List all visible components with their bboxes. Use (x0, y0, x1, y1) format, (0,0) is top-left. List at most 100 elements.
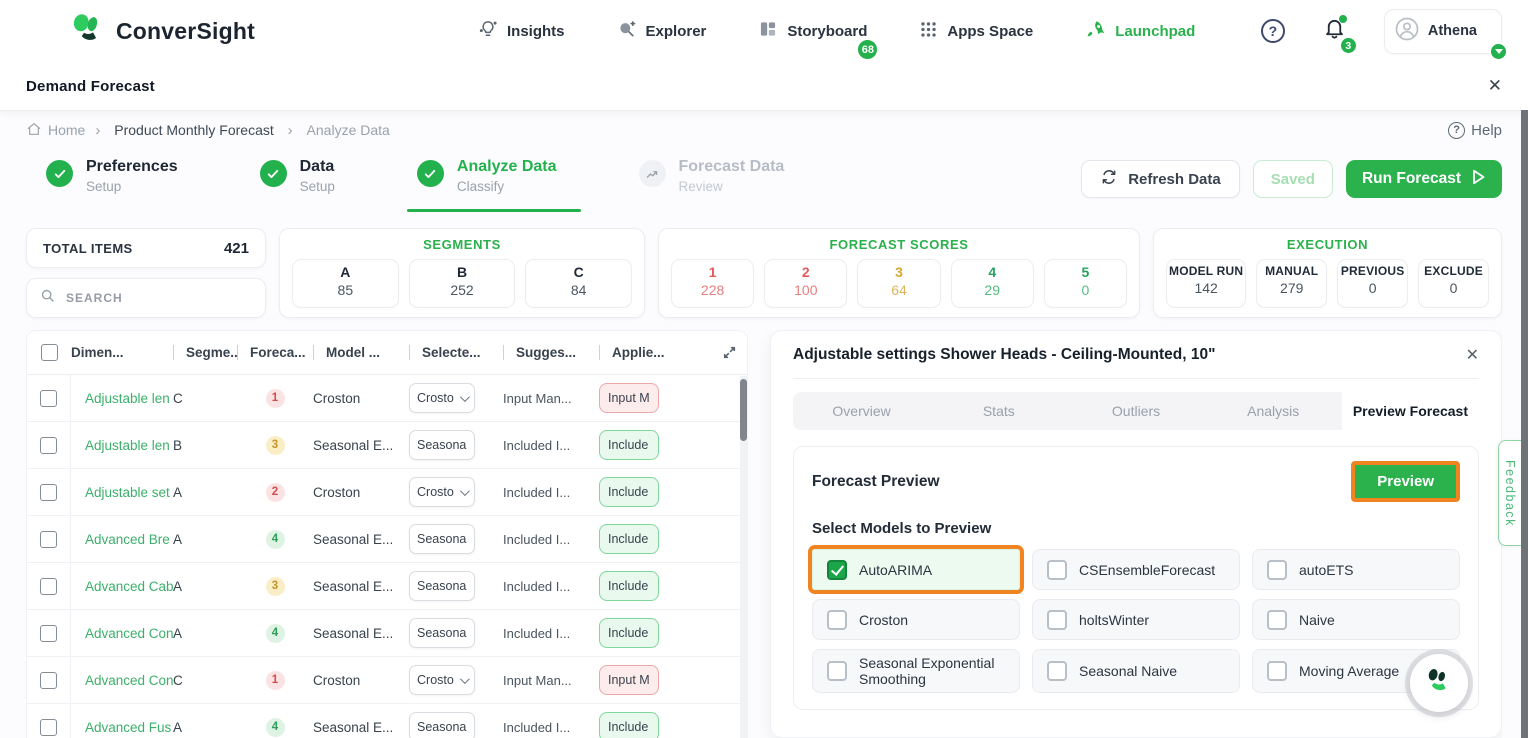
column-header[interactable]: Sugges... (503, 345, 599, 360)
applied-badge[interactable]: Include (599, 477, 659, 507)
help-link[interactable]: ? Help (1448, 122, 1502, 139)
table-row[interactable]: Adjustable len B 3 Seasonal E... Seasona… (27, 422, 747, 469)
dimension-link[interactable]: Adjustable set (71, 485, 173, 500)
score-4[interactable]: 4 29 (951, 259, 1034, 308)
breadcrumb-item[interactable]: Analyze Data (307, 122, 390, 138)
row-checkbox[interactable] (40, 625, 57, 642)
step-data[interactable]: Data Setup (256, 156, 349, 212)
column-header[interactable]: Model ... (313, 345, 409, 360)
model-checkbox[interactable] (1267, 610, 1287, 630)
dimension-link[interactable]: Advanced Cab (71, 579, 173, 594)
user-menu[interactable]: Athena (1384, 9, 1502, 54)
tab-analysis[interactable]: Analysis (1205, 392, 1342, 430)
row-checkbox[interactable] (40, 719, 57, 736)
selected-model-select[interactable]: Crosto (409, 665, 475, 695)
dimension-link[interactable]: Adjustable len (71, 438, 173, 453)
row-checkbox[interactable] (40, 390, 57, 407)
feedback-tab[interactable]: Feedback (1498, 440, 1521, 546)
selected-model-select[interactable]: Crosto (409, 383, 475, 413)
search-input[interactable]: SEARCH (26, 278, 266, 318)
row-checkbox[interactable] (40, 672, 57, 689)
column-header[interactable]: Dimen... (71, 345, 173, 360)
selected-model-select[interactable]: Seasona (409, 618, 475, 648)
execution-previous[interactable]: PREVIOUS 0 (1337, 259, 1408, 308)
table-scrollbar-thumb[interactable] (740, 379, 747, 441)
step-preferences[interactable]: Preferences Setup (42, 156, 192, 212)
model-checkbox[interactable] (827, 560, 847, 580)
table-row[interactable]: Adjustable set A 2 Croston Crosto Includ… (27, 469, 747, 516)
breadcrumb-item[interactable]: Product Monthly Forecast (114, 122, 274, 138)
model-option-autoarima[interactable]: AutoARIMA (812, 549, 1020, 590)
expand-table-icon[interactable] (722, 345, 737, 365)
segment-c[interactable]: C 84 (525, 259, 632, 308)
nav-item-apps-space[interactable]: Apps Space (919, 20, 1033, 43)
page-scrollbar-thumb[interactable] (1521, 110, 1528, 738)
row-checkbox[interactable] (40, 531, 57, 548)
preview-button[interactable]: Preview (1355, 465, 1456, 498)
refresh-data-button[interactable]: Refresh Data (1081, 160, 1240, 198)
select-all-checkbox[interactable] (41, 344, 58, 361)
close-icon[interactable]: ✕ (1488, 76, 1502, 96)
model-checkbox[interactable] (827, 610, 847, 630)
step-forecast-data[interactable]: Forecast Data Review (635, 156, 799, 212)
score-1[interactable]: 1 228 (671, 259, 754, 308)
saved-button[interactable]: Saved (1253, 160, 1333, 198)
model-option-naive[interactable]: Naive (1252, 599, 1460, 640)
model-option-csensembleforecast[interactable]: CSEnsembleForecast (1032, 549, 1240, 590)
selected-model-select[interactable]: Seasona (409, 430, 475, 460)
model-checkbox[interactable] (1047, 560, 1067, 580)
nav-item-storyboard[interactable]: Storyboard 68 (758, 19, 867, 43)
applied-badge[interactable]: Include (599, 712, 659, 738)
table-row[interactable]: Adjustable len C 1 Croston Crosto Input … (27, 375, 747, 422)
table-row[interactable]: Advanced Cab A 3 Seasonal E... Seasona I… (27, 563, 747, 610)
run-forecast-button[interactable]: Run Forecast (1346, 160, 1502, 198)
model-checkbox[interactable] (827, 661, 847, 681)
panel-close-icon[interactable]: ✕ (1466, 345, 1479, 365)
step-analyze-data[interactable]: Analyze Data Classify (413, 156, 571, 212)
score-2[interactable]: 2 100 (764, 259, 847, 308)
segment-a[interactable]: A 85 (292, 259, 399, 308)
applied-badge[interactable]: Include (599, 618, 659, 648)
row-checkbox[interactable] (40, 437, 57, 454)
segment-b[interactable]: B 252 (409, 259, 516, 308)
column-header[interactable]: Selecte... (409, 345, 503, 360)
breadcrumb-home[interactable]: Home (26, 121, 85, 140)
execution-manual[interactable]: MANUAL 279 (1256, 259, 1327, 308)
model-checkbox[interactable] (1047, 610, 1067, 630)
dimension-link[interactable]: Adjustable len (71, 391, 173, 406)
selected-model-select[interactable]: Seasona (409, 712, 475, 738)
table-scrollbar[interactable] (740, 376, 747, 738)
conversight-logo[interactable]: ConverSight (70, 12, 255, 51)
help-icon[interactable]: ? (1261, 19, 1285, 43)
score-5[interactable]: 5 0 (1044, 259, 1127, 308)
row-checkbox[interactable] (40, 484, 57, 501)
dimension-link[interactable]: Advanced Fus (71, 720, 173, 735)
table-row[interactable]: Advanced Con C 1 Croston Crosto Input Ma… (27, 657, 747, 704)
applied-badge[interactable]: Include (599, 571, 659, 601)
model-checkbox[interactable] (1267, 661, 1287, 681)
dimension-link[interactable]: Advanced Con (71, 626, 173, 641)
tab-stats[interactable]: Stats (930, 392, 1067, 430)
tab-overview[interactable]: Overview (793, 392, 930, 430)
nav-item-explorer[interactable]: Explorer (617, 19, 707, 43)
model-checkbox[interactable] (1047, 661, 1067, 681)
score-3[interactable]: 3 64 (857, 259, 940, 308)
model-option-autoets[interactable]: autoETS (1252, 549, 1460, 590)
applied-badge[interactable]: Include (599, 524, 659, 554)
nav-item-launchpad[interactable]: Launchpad (1085, 19, 1195, 44)
selected-model-select[interactable]: Crosto (409, 477, 475, 507)
applied-badge[interactable]: Input M (599, 665, 659, 695)
model-option-croston[interactable]: Croston (812, 599, 1020, 640)
dimension-link[interactable]: Advanced Con (71, 673, 173, 688)
selected-model-select[interactable]: Seasona (409, 524, 475, 554)
selected-model-select[interactable]: Seasona (409, 571, 475, 601)
tab-preview-forecast[interactable]: Preview Forecast (1342, 392, 1479, 430)
model-option-holtswinter[interactable]: holtsWinter (1032, 599, 1240, 640)
tab-outliers[interactable]: Outliers (1067, 392, 1204, 430)
applied-badge[interactable]: Input M (599, 383, 659, 413)
column-header[interactable]: Foreca... (237, 345, 313, 360)
table-row[interactable]: Advanced Fus A 4 Seasonal E... Seasona I… (27, 704, 747, 738)
page-scrollbar[interactable] (1521, 110, 1528, 738)
table-row[interactable]: Advanced Con A 4 Seasonal E... Seasona I… (27, 610, 747, 657)
notifications-button[interactable]: 3 (1323, 17, 1346, 45)
